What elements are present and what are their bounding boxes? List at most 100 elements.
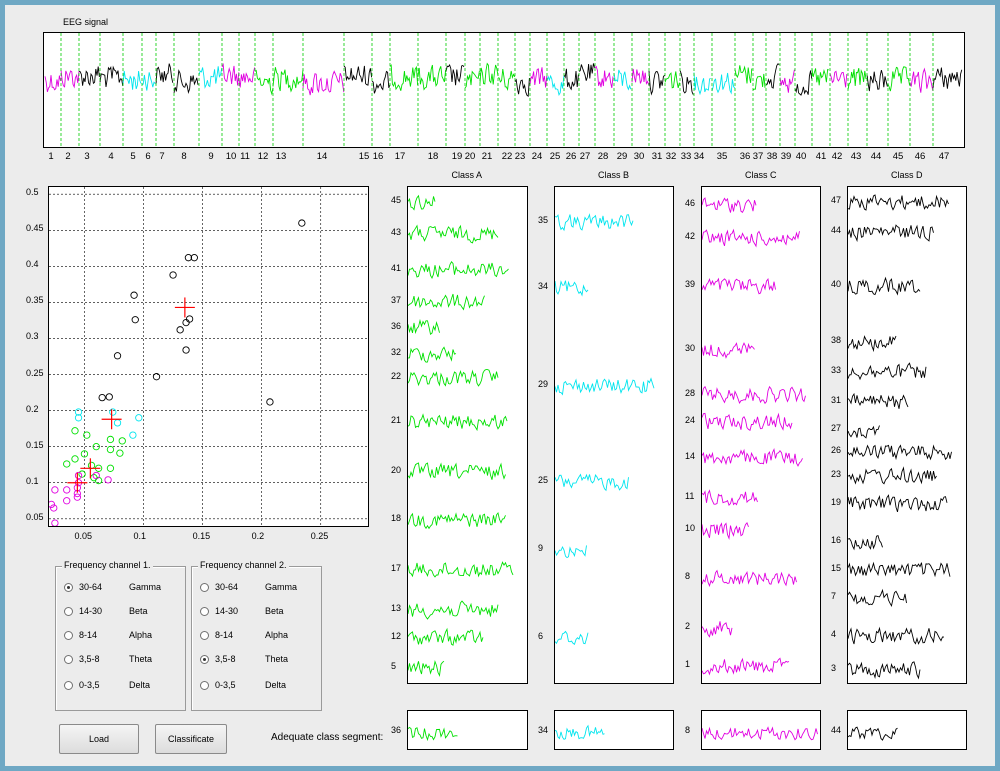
radio2-option-4[interactable]: 3,5-8 Theta [200,654,288,664]
eeg-segment-label: 31 [651,151,663,162]
eeg-segment-35 [711,72,736,95]
frequency-channel-1-group: Frequency channel 1. 30-64 Gamma 14-30 Beta… [55,560,186,711]
class-segment-trace [848,561,951,578]
radio1-option-1[interactable]: 30-64 Gamma [64,582,161,592]
eeg-segment-11 [238,67,256,88]
class-segment-label: 44 [831,225,842,235]
eeg-segment-label: 26 [565,151,577,162]
class-segment-label: 26 [831,445,842,455]
eeg-segment-label: 32 [665,151,677,162]
class-segment-label: 22 [391,371,402,381]
eeg-segment-18 [417,64,447,91]
radio-button[interactable] [200,582,209,592]
radio-button[interactable] [200,630,209,640]
radio-button[interactable] [64,582,73,592]
eeg-segment-label: 19 [451,151,463,162]
class-segment-label: 40 [831,279,842,289]
class-segment-label: 36 [391,321,402,331]
radio1-option-4[interactable]: 3,5-8 Theta [64,654,152,664]
radio1-option-5[interactable]: 0-3,5 Delta [64,680,150,690]
class-segment-label: 30 [685,343,696,353]
radio-button[interactable] [200,654,209,664]
scatter-point-class-d [185,315,194,323]
class-segment-label: 39 [685,279,696,289]
radio-button[interactable] [64,654,73,664]
eeg-title: EEG signal [63,17,109,27]
class-segment-trace [408,627,484,646]
eeg-segment-1 [44,75,62,93]
centroid-marker-class-d [174,297,195,318]
class-segment-label: 11 [685,491,695,501]
class-segment-trace [555,280,589,297]
class-segment-label: 17 [391,563,402,573]
scatter-point-class-d [184,254,193,262]
load-button[interactable]: Load [59,724,139,754]
eeg-segment-label: 15 [358,151,370,162]
radio2-option-5[interactable]: 0-3,5 Delta [200,680,286,690]
class-segment-label: 29 [538,379,549,389]
radio2-option-2[interactable]: 14-30 Beta [200,606,284,616]
class-segment-label: 12 [391,631,402,641]
class-segment-label: 38 [831,335,842,345]
scatter-point-class-d [152,373,161,381]
main-window: EEG signal Frequency channel 1. 30-64 Gam… [0,0,1000,771]
centroid-marker-class-a [80,458,101,479]
scatter-point-class-a [118,437,126,445]
eeg-segment-label: 37 [752,151,764,162]
class-2-plot [554,186,674,684]
eeg-signal-svg [44,33,963,147]
class-segment-trace [848,392,909,409]
radio2-option-3[interactable]: 8-14 Alpha [200,630,288,640]
class-segment-trace [702,385,806,405]
class-segment-trace [848,626,945,645]
class-segment-trace [555,545,587,559]
class-segment-trace [555,473,629,492]
eeg-segment-label: 25 [549,151,561,162]
radio-button[interactable] [200,606,209,616]
adequate-segment-svg [555,724,605,740]
scatter-point-class-d [131,316,139,324]
scatter-point-class-d [182,346,190,354]
class-segment-trace [702,197,757,213]
eeg-segment-16 [371,70,391,94]
radio-button[interactable] [64,606,73,616]
eeg-segment-9 [198,66,223,89]
class-segment-trace [408,511,506,530]
eeg-segment-label: 8 [181,151,187,162]
scatter-point-class-d [98,393,106,402]
radio1-option-2[interactable]: 14-30 Beta [64,606,148,616]
radio-button[interactable] [200,680,209,690]
class-2-adequate-plot [554,710,674,750]
class-segment-label: 35 [538,215,549,225]
radio-range-label: 30-64 [215,582,239,592]
class-segment-label: 23 [831,469,842,479]
scatter-x-tick: 0.25 [310,531,329,541]
scatter-point-class-d [182,318,190,327]
eeg-segment-32 [664,71,680,89]
eeg-segment-label: 16 [372,151,384,162]
class-segment-trace [848,466,937,485]
eeg-segment-label: 22 [501,151,513,162]
class-segment-label: 43 [391,227,402,237]
classificate-button[interactable]: Classificate [155,724,227,754]
class-2-svg [555,213,655,646]
class-segment-label: 7 [831,591,837,601]
radio-band-name: Beta [265,606,284,616]
class-segment-label: 16 [831,535,842,545]
class-segment-trace [408,413,508,432]
scatter-point-class-a [87,461,96,470]
radio-button[interactable] [64,630,73,640]
class-segment-label: 10 [685,523,696,533]
scatter-point-class-a [71,455,79,463]
eeg-segment-label: 3 [84,151,90,162]
class-segment-label: 9 [538,543,544,553]
radio2-option-1[interactable]: 30-64 Gamma [200,582,297,592]
eeg-segment-27 [578,63,596,81]
scatter-x-tick: 0.2 [251,531,265,541]
radio-button[interactable] [64,680,73,690]
eeg-segment-36 [734,65,753,84]
eeg-segment-5 [122,70,142,90]
radio1-option-3[interactable]: 8-14 Alpha [64,630,152,640]
eeg-segment-label: 40 [795,151,807,162]
scatter-point-class-c [51,519,59,526]
